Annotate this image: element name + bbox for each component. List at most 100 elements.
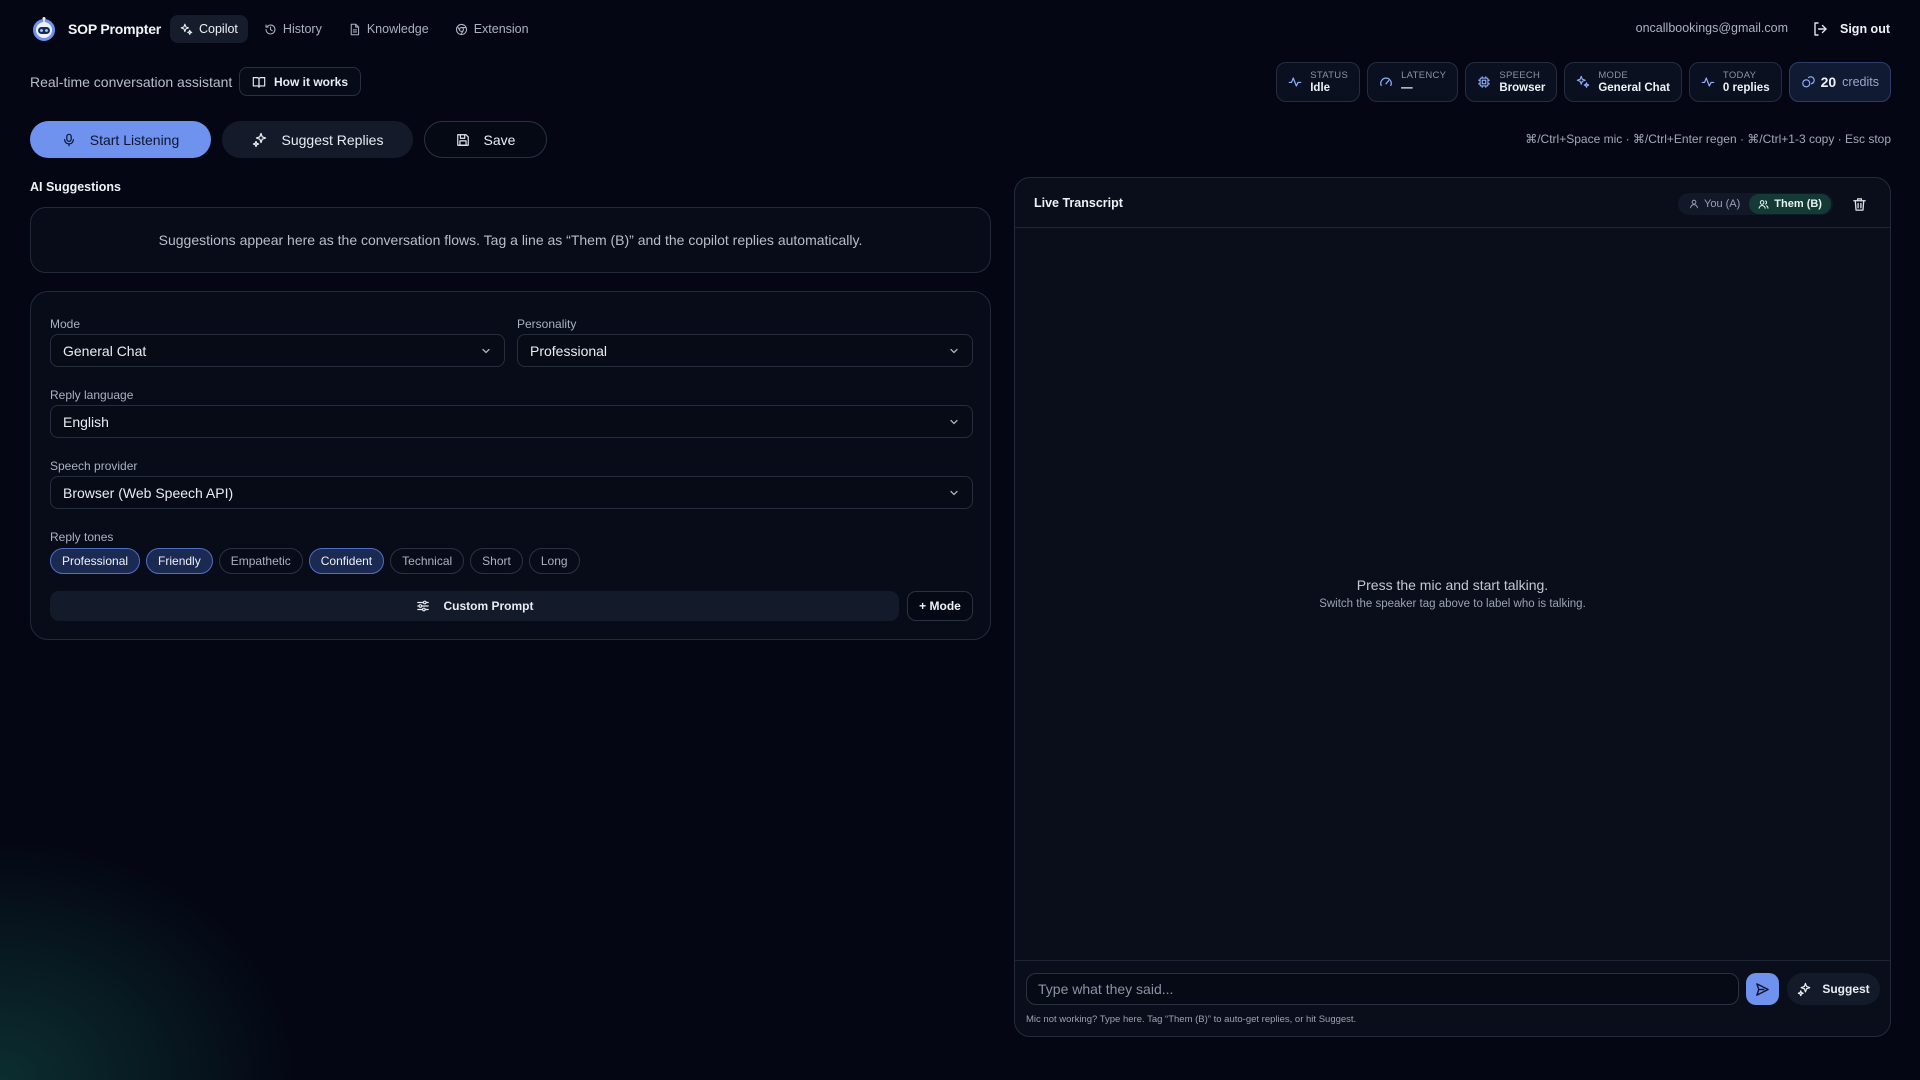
- tone-empathetic[interactable]: Empathetic: [218, 548, 303, 574]
- tone-friendly[interactable]: Friendly: [146, 548, 213, 574]
- mode-value: General Chat: [63, 342, 147, 359]
- personality-value: Professional: [530, 342, 608, 359]
- sparkles-icon: [1797, 982, 1812, 997]
- robot-logo-icon: [30, 15, 58, 43]
- how-it-works-label: How it works: [274, 74, 349, 89]
- suggest-replies-button[interactable]: Suggest Replies: [222, 121, 413, 158]
- stat-today: TODAY 0 replies: [1688, 62, 1782, 102]
- speech-provider-select[interactable]: Browser (Web Speech API): [50, 476, 973, 509]
- brand[interactable]: SOP Prompter: [30, 14, 161, 44]
- cpu-icon: [1477, 75, 1491, 89]
- transcript-title: Live Transcript: [1034, 196, 1123, 210]
- reply-language-select[interactable]: English: [50, 405, 973, 438]
- stat-value: Idle: [1310, 81, 1331, 94]
- tone-professional[interactable]: Professional: [50, 548, 141, 574]
- page-subtitle: Real-time conversation assistant: [30, 74, 233, 90]
- stat-value: 0 replies: [1722, 81, 1770, 94]
- start-listening-button[interactable]: Start Listening: [30, 121, 211, 158]
- logout-icon: [1812, 21, 1828, 37]
- nav-knowledge[interactable]: Knowledge: [338, 15, 439, 43]
- ai-suggestions-empty: Suggestions appear here as the conversat…: [158, 232, 863, 248]
- gauge-icon: [1379, 75, 1393, 89]
- book-icon: [252, 75, 266, 89]
- speaker-you-tab[interactable]: You (A): [1680, 194, 1749, 214]
- transcript-empty-title: Press the mic and start talking.: [1356, 577, 1549, 593]
- personality-select[interactable]: Professional: [517, 334, 973, 367]
- tone-technical[interactable]: Technical: [390, 548, 465, 574]
- sign-out-button[interactable]: Sign out: [1812, 16, 1890, 42]
- tone-long[interactable]: Long: [528, 548, 580, 574]
- users-icon: [1758, 199, 1769, 210]
- speech-provider-value: Browser (Web Speech API): [63, 484, 234, 501]
- language-label: Reply language: [50, 388, 134, 402]
- stat-value: General Chat: [1598, 81, 1670, 94]
- ai-suggestions-title: AI Suggestions: [30, 180, 121, 194]
- nav-label: History: [282, 22, 322, 36]
- nav-extension[interactable]: Extension: [445, 15, 539, 43]
- chevron-down-icon: [948, 416, 960, 428]
- chevron-down-icon: [480, 345, 492, 357]
- stat-label: STATUS: [1310, 69, 1349, 81]
- microphone-icon: [62, 133, 76, 147]
- activity-icon: [1701, 75, 1715, 89]
- mode-label: Mode: [50, 317, 81, 331]
- user-icon: [1689, 199, 1699, 209]
- send-button[interactable]: [1746, 973, 1779, 1005]
- stats-bar: STATUS Idle LATENCY — SPEECH Browser MODE Ge…: [1276, 62, 1891, 102]
- transcript-hint: Mic not working? Type here. Tag “Them (B…: [1026, 1014, 1357, 1025]
- transcript-footer: Suggest Mic not working? Type here. Tag …: [1015, 960, 1890, 1036]
- speaker-them-tab[interactable]: Them (B): [1749, 194, 1831, 214]
- settings-card: Mode General Chat Personality Profession…: [30, 291, 991, 640]
- start-listening-label: Start Listening: [89, 131, 180, 148]
- chevron-down-icon: [948, 345, 960, 357]
- stat-status: STATUS Idle: [1276, 62, 1361, 102]
- transcript-empty-subtitle: Switch the speaker tag above to label wh…: [1319, 598, 1586, 610]
- chevron-down-icon: [948, 487, 960, 499]
- live-transcript-panel: Live Transcript You (A) Them (B) Press t…: [1014, 177, 1891, 1037]
- speaker-you-label: You (A): [1704, 198, 1741, 210]
- document-icon: [348, 23, 361, 36]
- mode-select[interactable]: General Chat: [50, 334, 505, 367]
- nav-label: Knowledge: [366, 22, 429, 36]
- nav-copilot[interactable]: Copilot: [170, 15, 248, 43]
- personality-label: Personality: [517, 317, 577, 331]
- ai-suggestions-panel: Suggestions appear here as the conversat…: [30, 207, 991, 273]
- nav-history[interactable]: History: [254, 15, 332, 43]
- how-it-works-button[interactable]: How it works: [239, 67, 362, 96]
- tone-short[interactable]: Short: [470, 548, 523, 574]
- save-label: Save: [483, 131, 516, 148]
- chrome-icon: [455, 23, 468, 36]
- main-nav: Copilot History Knowledge Extension: [170, 15, 539, 43]
- stat-mode: MODE General Chat: [1564, 62, 1682, 102]
- sparkles-icon: [180, 23, 193, 36]
- custom-prompt-button[interactable]: Custom Prompt: [50, 591, 899, 621]
- stat-value: Browser: [1499, 81, 1546, 94]
- stat-label: TODAY: [1722, 69, 1757, 81]
- suggest-replies-label: Suggest Replies: [281, 131, 384, 148]
- save-button[interactable]: Save: [424, 121, 547, 158]
- clear-transcript-button[interactable]: [1848, 193, 1870, 215]
- speaker-them-label: Them (B): [1774, 198, 1822, 210]
- nav-label: Copilot: [199, 22, 238, 36]
- custom-prompt-label: Custom Prompt: [443, 599, 534, 613]
- reply-tones: Professional Friendly Empathetic Confide…: [50, 548, 580, 574]
- history-icon: [264, 23, 277, 36]
- language-value: English: [63, 413, 109, 430]
- sign-out-label: Sign out: [1840, 22, 1890, 36]
- stat-latency: LATENCY —: [1367, 62, 1459, 102]
- stat-speech: SPEECH Browser: [1465, 62, 1558, 102]
- add-mode-button[interactable]: + Mode: [907, 591, 973, 621]
- transcript-input[interactable]: [1026, 973, 1739, 1005]
- keyboard-shortcuts: ⌘/Ctrl+Space mic · ⌘/Ctrl+Enter regen · …: [1525, 132, 1891, 146]
- trash-icon: [1852, 197, 1867, 212]
- suggest-label: Suggest: [1822, 982, 1870, 996]
- credits-badge[interactable]: 20 credits: [1788, 62, 1891, 102]
- activity-icon: [1288, 75, 1302, 89]
- stat-value: —: [1401, 81, 1413, 94]
- credits-value: 20: [1820, 74, 1837, 90]
- speaker-toggle: You (A) Them (B): [1678, 193, 1833, 215]
- tone-confident[interactable]: Confident: [308, 548, 385, 574]
- stat-label: MODE: [1598, 69, 1629, 81]
- suggest-button[interactable]: Suggest: [1787, 973, 1880, 1005]
- user-email: oncallbookings@gmail.com: [1635, 21, 1788, 35]
